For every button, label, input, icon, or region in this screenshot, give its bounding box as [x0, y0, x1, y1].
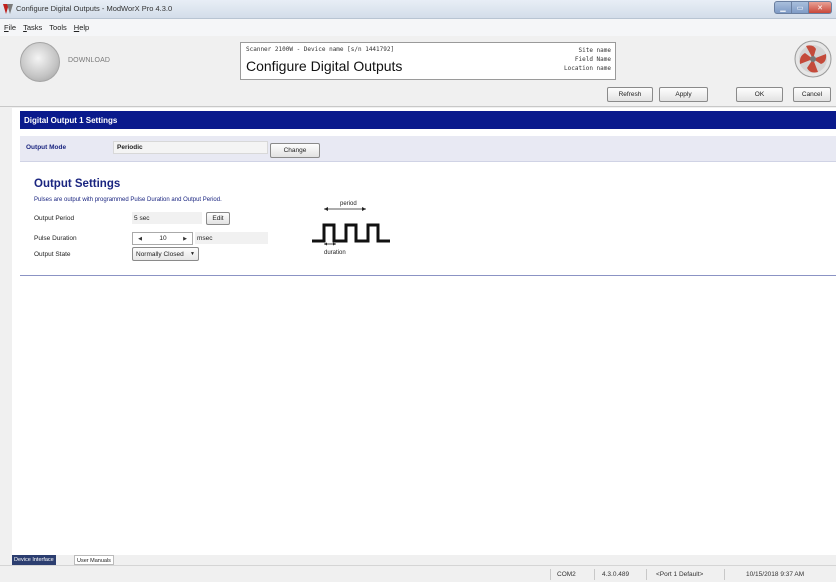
output-period-label: Output Period	[34, 215, 75, 222]
period-arrow-left-icon	[324, 207, 328, 211]
minimize-icon: ▁	[780, 4, 786, 12]
status-divider	[646, 569, 647, 580]
section-header: Digital Output 1 Settings	[20, 111, 836, 129]
output-state-value: Normally Closed	[136, 251, 184, 258]
pulse-duration-value[interactable]: 10	[149, 235, 177, 242]
increment-icon[interactable]: ▶	[180, 233, 190, 244]
site-info: Site name Field Name Location name	[564, 46, 611, 73]
diagram-period-label: period	[340, 201, 357, 207]
header: DOWNLOAD Scanner 2100W - Device name [s/…	[0, 36, 836, 86]
output-mode-value: Periodic	[113, 141, 268, 154]
output-period-field: 5 sec	[132, 212, 202, 224]
maximize-icon: ▭	[796, 4, 804, 12]
output-state-label: Output State	[34, 251, 71, 258]
device-info-panel: Scanner 2100W - Device name [s/n 1441792…	[240, 42, 616, 80]
fan-icon[interactable]	[794, 40, 832, 78]
status-divider	[594, 569, 595, 580]
menu-help[interactable]: Help	[74, 23, 89, 32]
tab-device-interface[interactable]: Device Interface	[12, 555, 56, 565]
close-icon: ✕	[817, 4, 823, 12]
output-state-select[interactable]: Normally Closed ▼	[132, 247, 199, 261]
change-button[interactable]: Change	[270, 143, 320, 158]
status-divider	[724, 569, 725, 580]
pulse-waveform	[312, 223, 390, 243]
location-name: Location name	[564, 65, 611, 72]
close-button[interactable]: ✕	[809, 1, 832, 14]
duration-arrow-left-icon	[324, 242, 327, 246]
field-name: Field Name	[574, 56, 611, 63]
bottom-tabs: Device Interface User Manuals	[12, 555, 836, 565]
period-arrow-right-icon	[362, 207, 366, 211]
status-port-name: <Port 1 Default>	[656, 571, 704, 578]
output-settings-panel: Output Settings Pulses are output with p…	[20, 164, 836, 276]
status-datetime: 10/15/2018 9:37 AM	[746, 571, 805, 578]
output-settings-description: Pulses are output with programmed Pulse …	[34, 197, 222, 203]
output-settings-title: Output Settings	[34, 178, 121, 190]
main-content: Digital Output 1 Settings Output Mode Pe…	[12, 108, 836, 555]
pulse-duration-stepper[interactable]: ◀ 10 ▶	[132, 232, 193, 245]
status-divider	[550, 569, 551, 580]
page-title: Configure Digital Outputs	[246, 58, 403, 74]
ok-button[interactable]: OK	[736, 87, 783, 102]
minimize-button[interactable]: ▁	[774, 1, 792, 14]
window-title: Configure Digital Outputs - ModWorX Pro …	[16, 4, 173, 13]
title-bar: Configure Digital Outputs - ModWorX Pro …	[0, 0, 836, 19]
refresh-button[interactable]: Refresh	[607, 87, 653, 102]
device-name: Scanner 2100W - Device name [s/n 1441792…	[246, 46, 395, 53]
menu-bar: File Tasks Tools Help	[0, 19, 836, 36]
download-button[interactable]	[20, 42, 60, 82]
menu-tasks[interactable]: Tasks	[23, 23, 42, 32]
output-period-unit: sec	[139, 215, 150, 222]
maximize-button[interactable]: ▭	[792, 1, 809, 14]
output-mode-label: Output Mode	[26, 144, 67, 151]
menu-file[interactable]: File	[4, 23, 16, 32]
diagram-duration-label: duration	[324, 250, 346, 256]
chevron-down-icon: ▼	[190, 251, 195, 257]
tab-user-manuals[interactable]: User Manuals	[74, 555, 114, 565]
app-logo-icon	[3, 4, 13, 14]
cancel-button[interactable]: Cancel	[793, 87, 831, 102]
pulse-duration-label: Pulse Duration	[34, 235, 77, 242]
download-label[interactable]: DOWNLOAD	[68, 57, 110, 64]
status-port: COM2	[557, 571, 576, 578]
edit-period-button[interactable]: Edit	[206, 212, 230, 225]
site-name: Site name	[578, 47, 611, 54]
toolbar-divider	[0, 106, 836, 107]
status-version: 4.3.0.489	[602, 571, 630, 578]
toolbar: Refresh Apply OK Cancel	[0, 86, 836, 104]
menu-tools[interactable]: Tools	[49, 23, 67, 32]
status-bar: COM2 4.3.0.489 <Port 1 Default> 10/15/20…	[0, 565, 836, 582]
window-controls: ▁ ▭ ✕	[774, 1, 832, 14]
pulse-diagram: period duration	[312, 201, 390, 256]
pulse-duration-unit: msec	[195, 232, 268, 244]
output-mode-row: Output Mode Periodic Change	[20, 136, 836, 162]
decrement-icon[interactable]: ◀	[135, 233, 145, 244]
duration-arrow-right-icon	[333, 242, 336, 246]
apply-button[interactable]: Apply	[659, 87, 708, 102]
output-period-value: 5	[134, 215, 138, 222]
